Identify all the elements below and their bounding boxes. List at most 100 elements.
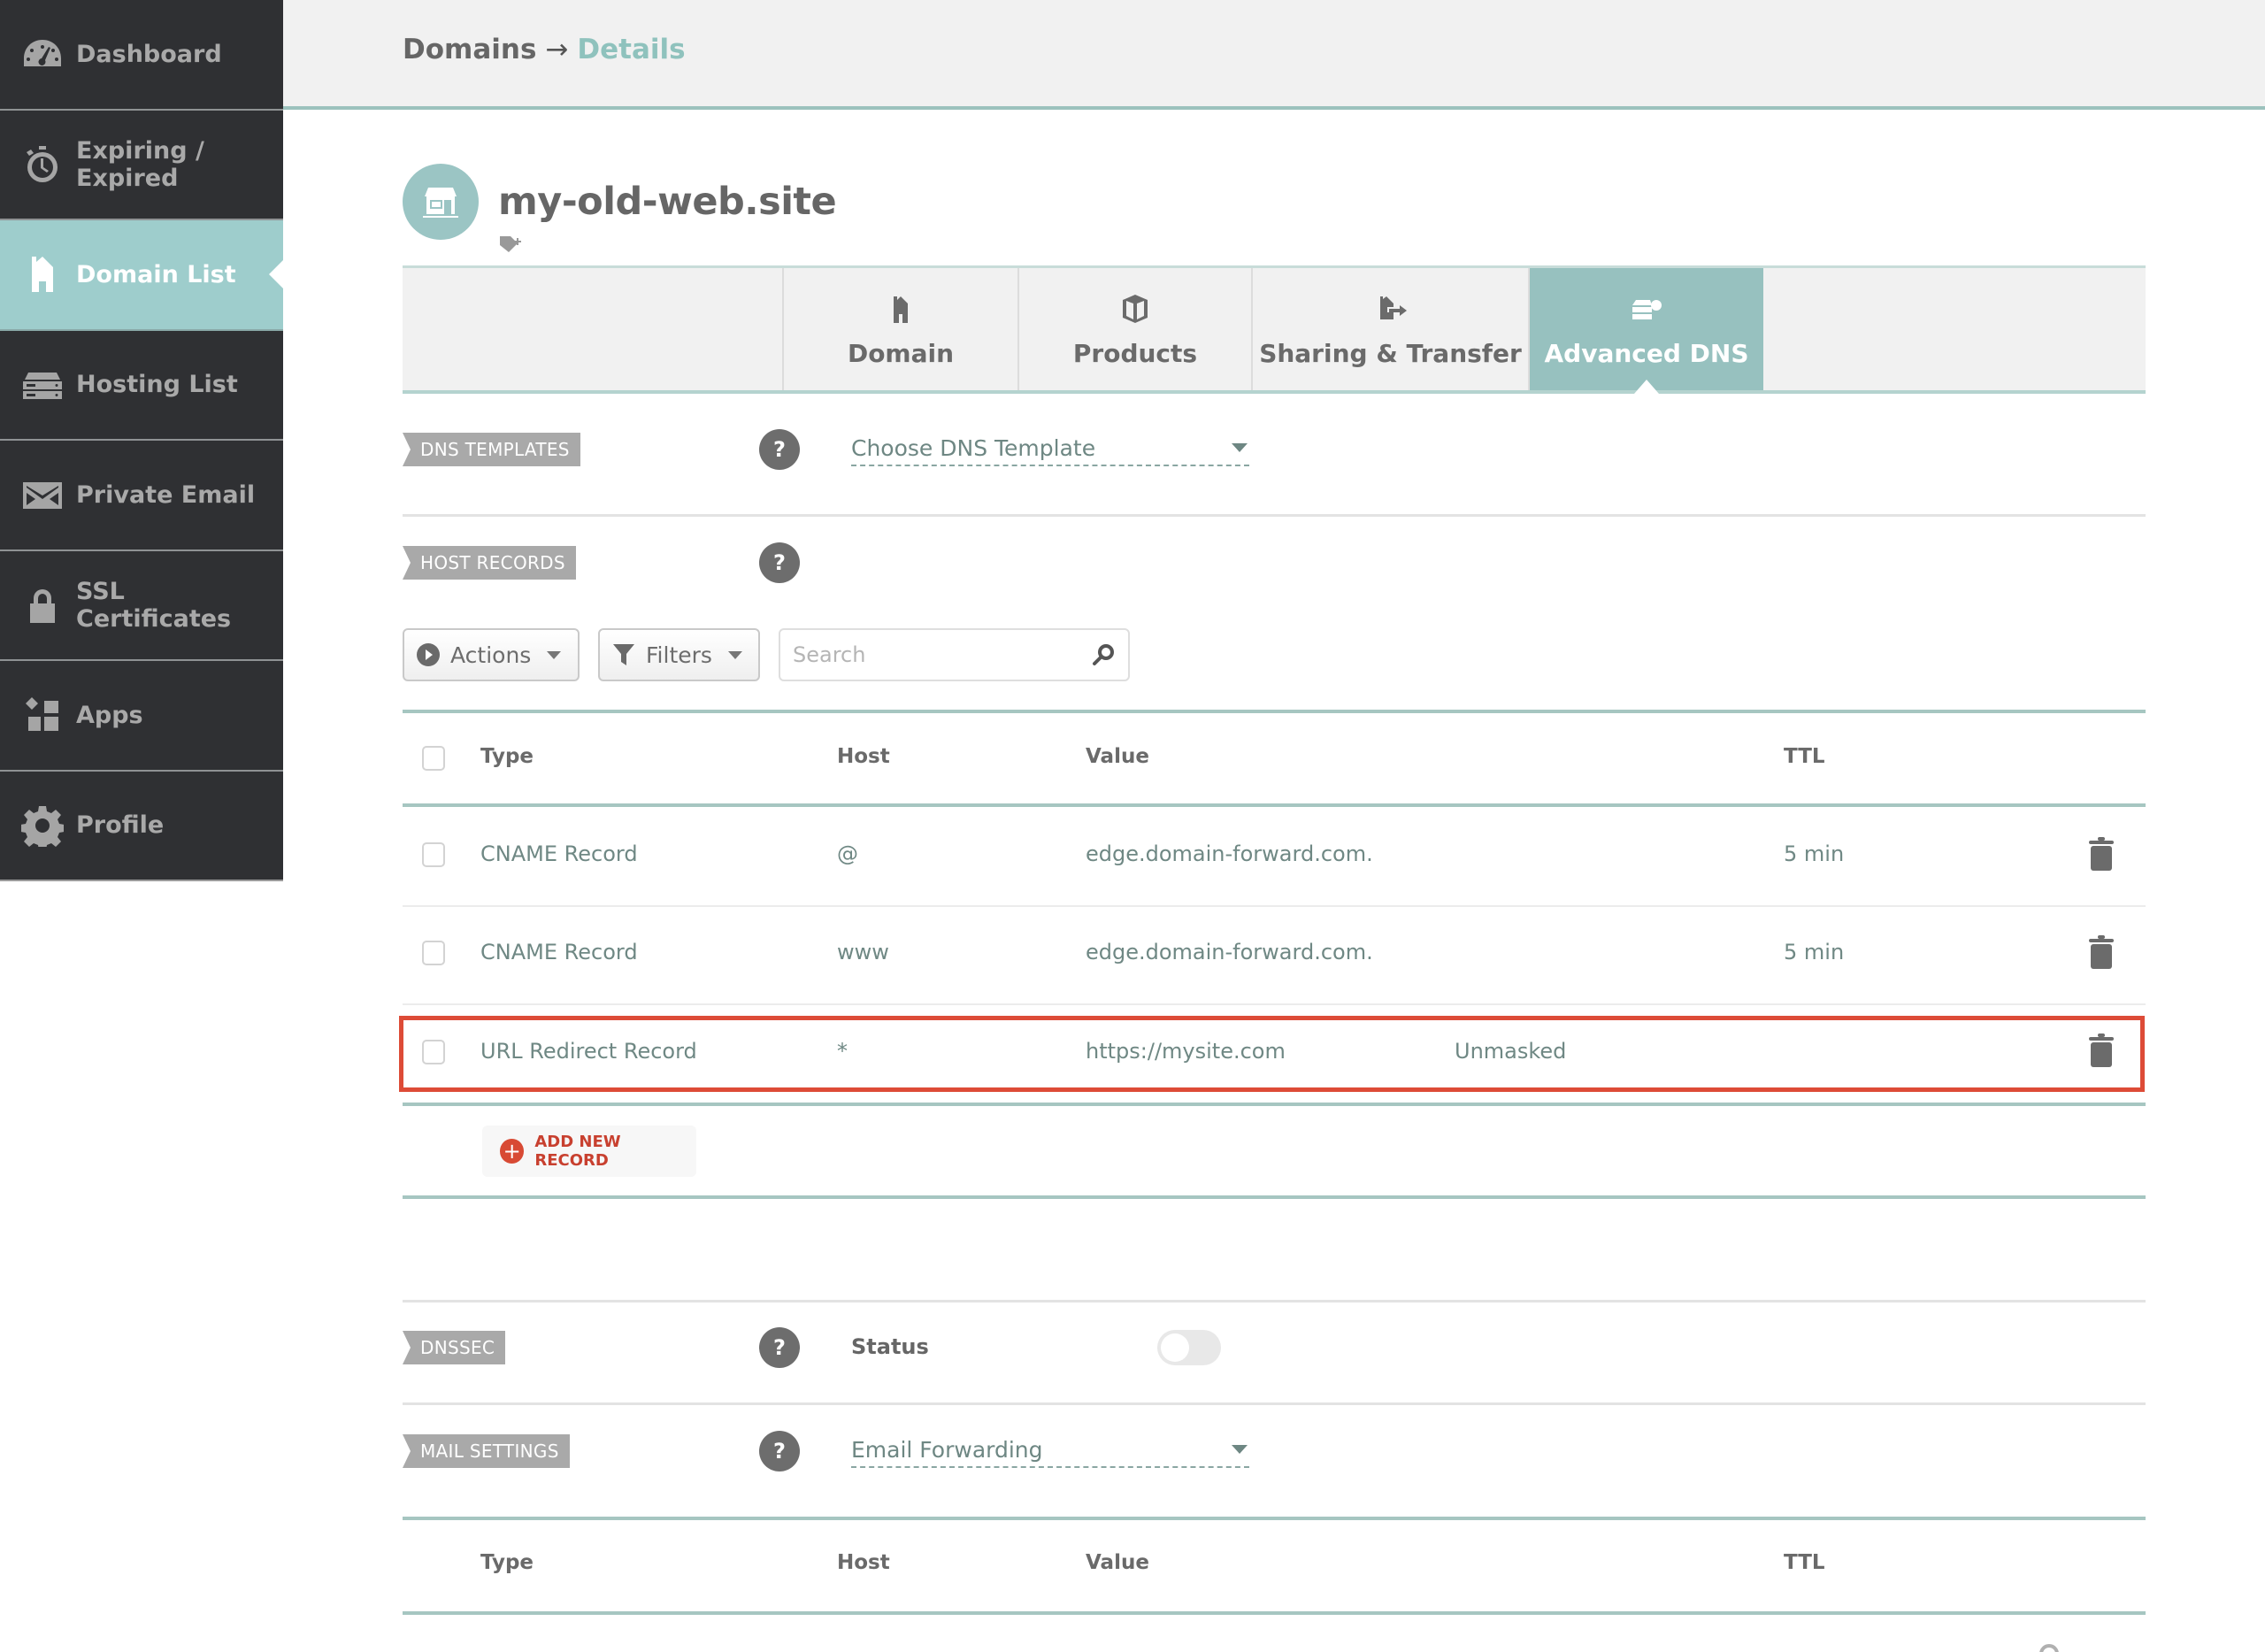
plus-circle-icon: +	[500, 1139, 525, 1164]
dns-templates-label: DNS TEMPLATES	[403, 433, 580, 466]
gear-icon	[21, 804, 64, 847]
divider	[403, 514, 2146, 517]
search-box	[779, 628, 1130, 681]
breadcrumb-current: Details	[577, 34, 686, 65]
dns-template-dropdown-value: Choose DNS Template	[851, 434, 1096, 461]
filters-button[interactable]: Filters	[598, 628, 760, 681]
actions-button[interactable]: Actions	[403, 628, 580, 681]
breadcrumb-domains-link[interactable]: Domains	[403, 34, 536, 65]
divider	[403, 1300, 2146, 1302]
apps-grid-icon	[21, 694, 64, 736]
mail-table-top-border	[403, 1517, 2146, 1520]
mail-settings-label: MAIL SETTINGS	[403, 1434, 570, 1468]
box-icon	[1117, 291, 1153, 327]
dns-server-icon	[1629, 291, 1664, 327]
sidebar-item-label: Profile	[76, 811, 165, 840]
mail-column-header-value: Value	[1086, 1551, 1149, 1574]
mail-settings-help-button[interactable]: ?	[759, 1431, 800, 1471]
row-checkbox[interactable]	[422, 941, 445, 965]
sidebar-item-apps[interactable]: Apps	[0, 661, 283, 772]
add-new-record-label: ADD NEW RECORD	[534, 1133, 621, 1170]
search-icon[interactable]	[1091, 642, 1116, 667]
record-ttl: 5 min	[1784, 841, 1845, 866]
sidebar-item-label: SSL Certificates	[76, 577, 232, 633]
trash-icon[interactable]	[2088, 935, 2115, 969]
chevron-down-icon	[1232, 1445, 1248, 1454]
dnssec-help-button[interactable]: ?	[759, 1327, 800, 1368]
server-icon	[21, 364, 64, 406]
trash-icon[interactable]	[2088, 1033, 2115, 1067]
sidebar-item-domain-list[interactable]: Domain List	[0, 220, 283, 331]
search-input[interactable]	[793, 642, 1091, 667]
row-checkbox[interactable]	[422, 1040, 445, 1064]
mail-settings-dropdown-value: Email Forwarding	[851, 1436, 1043, 1463]
house-icon	[883, 291, 918, 327]
domain-name: my-old-web.site	[498, 180, 837, 224]
tab-domain[interactable]: Domain	[784, 268, 1019, 390]
sidebar-item-hosting-list[interactable]: Hosting List	[0, 331, 283, 441]
record-type: CNAME Record	[480, 940, 638, 964]
record-value: https://mysite.com	[1086, 1039, 1286, 1064]
domain-header: my-old-web.site	[403, 164, 837, 252]
chevron-down-icon	[727, 650, 742, 659]
tab-advanced-dns[interactable]: Advanced DNS	[1530, 268, 1763, 394]
app-root: Dashboard Expiring / Expired Domain List…	[0, 0, 2265, 1652]
storefront-icon	[423, 188, 458, 218]
trash-icon[interactable]	[2088, 837, 2115, 871]
tab-label: Products	[1072, 338, 1198, 368]
sidebar-item-profile[interactable]: Profile	[0, 772, 283, 881]
host-records-help-button[interactable]: ?	[759, 542, 800, 583]
row-checkbox[interactable]	[422, 842, 445, 867]
tab-products[interactable]: Products	[1019, 268, 1253, 390]
top-bar: Domains → Details	[283, 0, 2265, 110]
toggle-knob	[1161, 1333, 1189, 1362]
dns-template-dropdown[interactable]: Choose DNS Template	[851, 431, 1249, 466]
table-header-border	[403, 803, 2146, 807]
sidebar-item-dashboard[interactable]: Dashboard	[0, 0, 283, 111]
record-type: URL Redirect Record	[480, 1039, 697, 1064]
partial-icon	[2039, 1644, 2059, 1652]
record-redirect-mode: Unmasked	[1455, 1039, 1567, 1064]
row-divider	[403, 1003, 2146, 1005]
record-host: @	[837, 841, 858, 866]
filter-funnel-icon	[613, 644, 634, 665]
record-host: www	[837, 940, 889, 964]
sidebar-item-label: Dashboard	[76, 40, 222, 68]
sidebar-item-ssl-certificates[interactable]: SSL Certificates	[0, 551, 283, 661]
dns-templates-help-button[interactable]: ?	[759, 429, 800, 470]
mail-column-header-ttl: TTL	[1784, 1551, 1825, 1574]
tabs-spacer	[403, 268, 784, 390]
add-tag-icon[interactable]	[498, 234, 525, 257]
dnssec-status-label: Status	[851, 1334, 929, 1359]
sidebar-item-label: Domain List	[76, 260, 236, 288]
sidebar-item-expiring[interactable]: Expiring / Expired	[0, 111, 283, 220]
tab-label: Advanced DNS	[1544, 338, 1749, 368]
tab-label: Sharing & Transfer	[1259, 338, 1522, 368]
record-value: edge.domain-forward.com.	[1086, 940, 1373, 964]
mail-column-header-type: Type	[480, 1551, 534, 1574]
house-transfer-icon	[1373, 291, 1409, 327]
column-header-host: Host	[837, 745, 890, 768]
envelope-icon	[21, 473, 64, 516]
play-circle-icon	[417, 643, 440, 666]
add-new-record-button[interactable]: + ADD NEW RECORD	[482, 1126, 696, 1177]
chevron-down-icon	[1232, 443, 1248, 452]
filters-button-label: Filters	[646, 642, 712, 668]
column-header-ttl: TTL	[1784, 745, 1825, 768]
tab-sharing-transfer[interactable]: Sharing & Transfer	[1253, 268, 1530, 390]
dnssec-label: DNSSEC	[403, 1331, 506, 1364]
dnssec-toggle[interactable]	[1157, 1330, 1221, 1365]
breadcrumb: Domains → Details	[403, 34, 686, 65]
sidebar-item-label: Apps	[76, 701, 143, 729]
chevron-down-icon	[547, 650, 562, 659]
sidebar-item-label: Hosting List	[76, 371, 238, 399]
mail-settings-dropdown[interactable]: Email Forwarding	[851, 1433, 1249, 1468]
column-header-value: Value	[1086, 745, 1149, 768]
stopwatch-icon	[21, 143, 64, 186]
sidebar-item-label: Private Email	[76, 480, 256, 509]
table-top-border	[403, 710, 2146, 713]
record-type: CNAME Record	[480, 841, 638, 866]
select-all-checkbox[interactable]	[422, 746, 445, 771]
sidebar-item-private-email[interactable]: Private Email	[0, 441, 283, 551]
section-bottom-border	[403, 1195, 2146, 1199]
